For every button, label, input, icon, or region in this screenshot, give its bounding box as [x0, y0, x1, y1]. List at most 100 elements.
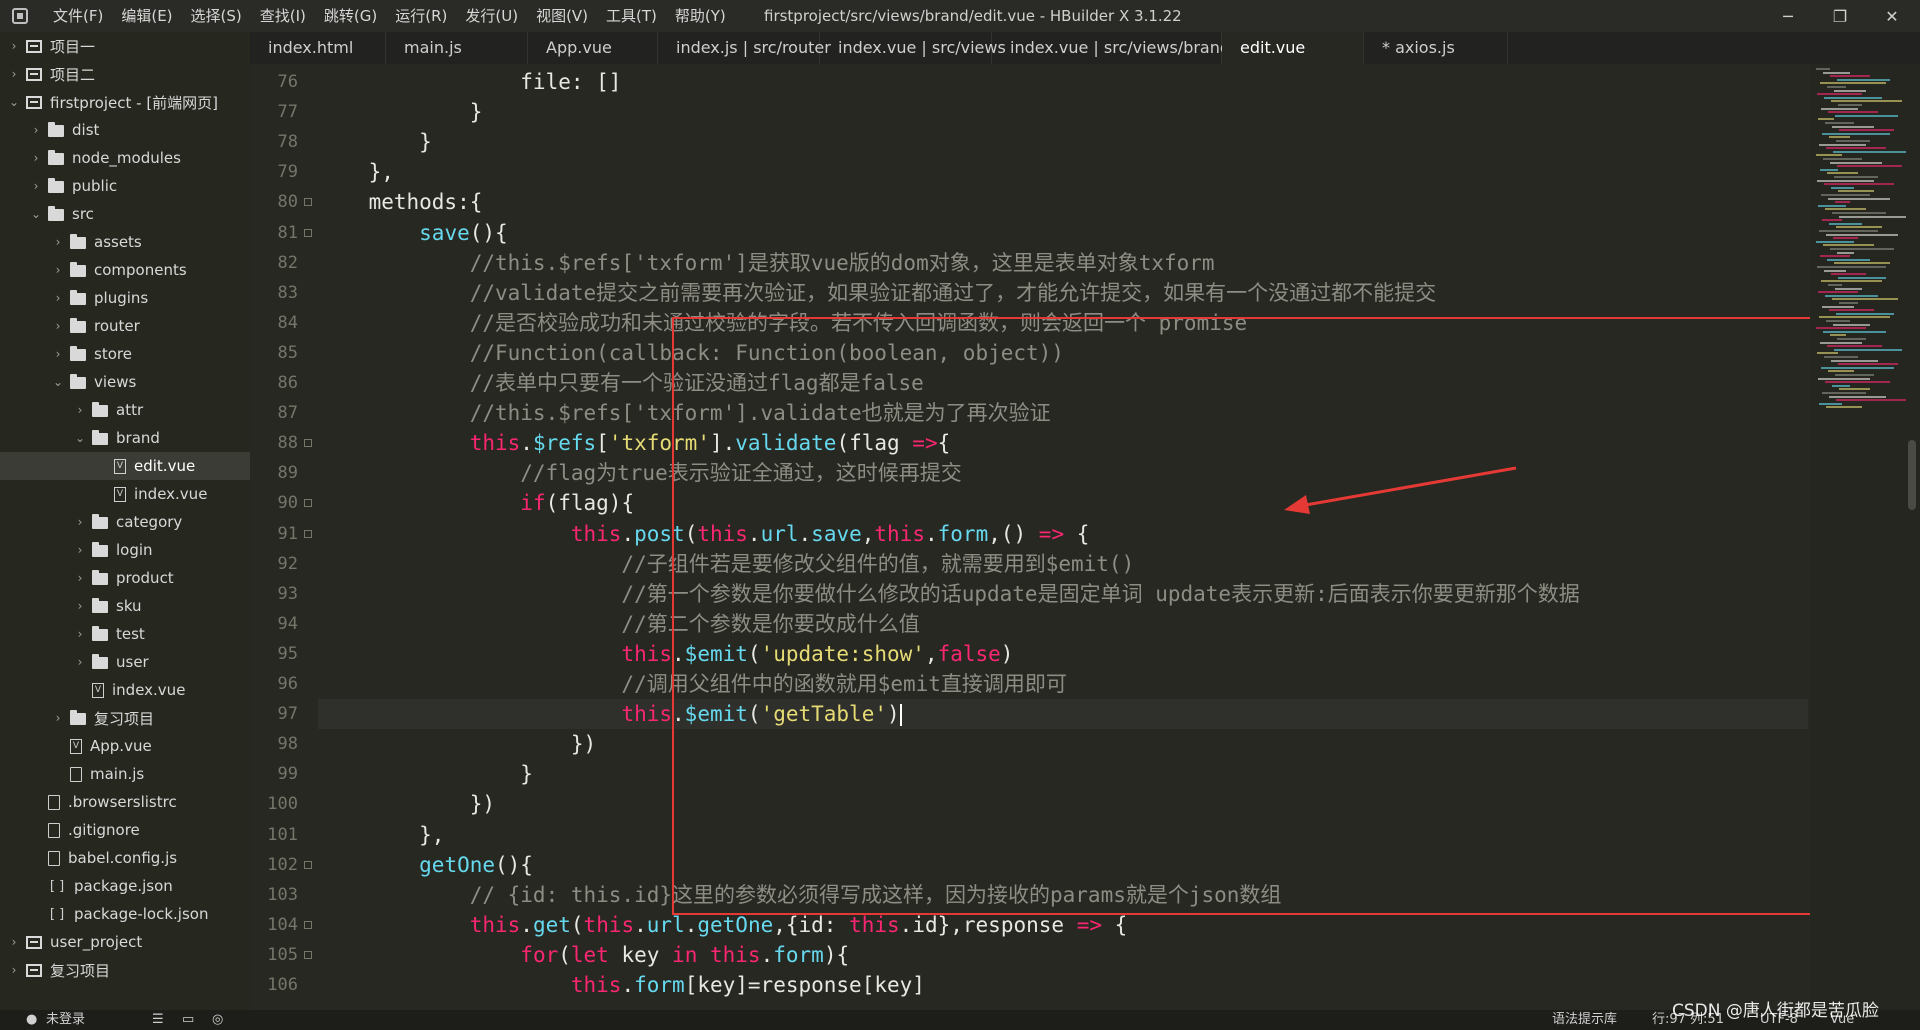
tree-item[interactable]: babel.config.js [0, 844, 250, 872]
tab-index-vue-src-views[interactable]: index.vue | src/views [820, 32, 1006, 64]
chevron-down-icon[interactable]: ⌄ [74, 431, 86, 445]
chevron-right-icon[interactable]: › [30, 123, 42, 137]
code-line[interactable]: }, [318, 820, 444, 850]
fold-toggle-icon[interactable] [304, 198, 312, 206]
chevron-right-icon[interactable]: › [30, 151, 42, 165]
tree-item[interactable]: › test [0, 620, 250, 648]
syntax-library[interactable]: 语法提示库 [1552, 1010, 1617, 1030]
tab-index-js-src-router[interactable]: index.js | src/router [658, 32, 831, 64]
chevron-right-icon[interactable]: › [52, 291, 64, 305]
chevron-right-icon[interactable]: › [74, 403, 86, 417]
tree-item[interactable]: › assets [0, 228, 250, 256]
chevron-down-icon[interactable]: ⌄ [8, 95, 20, 109]
tree-item[interactable]: › public [0, 172, 250, 200]
chevron-right-icon[interactable]: › [74, 627, 86, 641]
console-icon[interactable]: ▭ [182, 1010, 194, 1030]
tab-app-vue[interactable]: App.vue [528, 32, 658, 64]
minimap[interactable] [1810, 64, 1920, 1010]
menu-item[interactable]: 运行(R) [386, 0, 456, 32]
close-button[interactable]: ✕ [1868, 0, 1916, 32]
chevron-right-icon[interactable]: › [8, 39, 20, 53]
chevron-right-icon[interactable]: › [30, 179, 42, 193]
tree-item[interactable]: › user [0, 648, 250, 676]
tree-item[interactable]: › components [0, 256, 250, 284]
tree-item[interactable]: › attr [0, 396, 250, 424]
chevron-right-icon[interactable]: › [8, 67, 20, 81]
code-line[interactable]: if(flag){ [318, 488, 634, 518]
code-line[interactable]: //validate提交之前需要再次验证，如果验证都通过了，才能允许提交，如果有… [318, 278, 1436, 308]
vertical-scrollbar[interactable] [1908, 440, 1916, 510]
tree-item[interactable]: › store [0, 340, 250, 368]
chevron-right-icon[interactable]: › [52, 319, 64, 333]
code-line[interactable]: file: [] [318, 67, 621, 97]
minimize-button[interactable]: ─ [1764, 0, 1812, 32]
tree-item[interactable]: [ ] package-lock.json [0, 900, 250, 928]
tree-item[interactable]: › 项目一 [0, 32, 250, 60]
web-icon[interactable]: ◎ [212, 1010, 223, 1030]
code-line[interactable]: methods:{ [318, 187, 483, 217]
tree-item[interactable]: › product [0, 564, 250, 592]
tree-item[interactable]: › node_modules [0, 144, 250, 172]
code-line[interactable]: save(){ [318, 218, 508, 248]
list-icon[interactable]: ☰ [152, 1010, 164, 1030]
tree-item[interactable]: .browserslistrc [0, 788, 250, 816]
tree-item[interactable]: › 项目二 [0, 60, 250, 88]
menu-item[interactable]: 工具(T) [597, 0, 666, 32]
code-line[interactable]: } [318, 97, 483, 127]
chevron-down-icon[interactable]: ⌄ [30, 207, 42, 221]
chevron-right-icon[interactable]: › [74, 543, 86, 557]
code-line[interactable]: getOne(){ [318, 850, 533, 880]
tree-item[interactable]: Vindex.vue [0, 480, 250, 508]
chevron-right-icon[interactable]: › [8, 963, 20, 977]
fold-toggle-icon[interactable] [304, 229, 312, 237]
code-line[interactable]: } [318, 759, 533, 789]
tree-item[interactable]: ⌄ views [0, 368, 250, 396]
chevron-right-icon[interactable]: › [74, 599, 86, 613]
chevron-right-icon[interactable]: › [52, 235, 64, 249]
code-line[interactable]: for(let key in this.form){ [318, 940, 849, 970]
tab-axios-js[interactable]: * axios.js [1364, 32, 1508, 64]
tree-item[interactable]: Vedit.vue [0, 452, 250, 480]
chevron-right-icon[interactable]: › [74, 571, 86, 585]
menu-item[interactable]: 视图(V) [527, 0, 597, 32]
tab-index-vue-src-views-brand[interactable]: index.vue | src/views/brand [992, 32, 1230, 64]
fold-toggle-icon[interactable] [304, 530, 312, 538]
chevron-right-icon[interactable]: › [52, 711, 64, 725]
fold-toggle-icon[interactable] [304, 861, 312, 869]
maximize-button[interactable]: ❐ [1816, 0, 1864, 32]
menu-item[interactable]: 文件(F) [44, 0, 112, 32]
fold-toggle-icon[interactable] [304, 439, 312, 447]
code-line[interactable]: } [318, 127, 432, 157]
tree-item[interactable]: V App.vue [0, 732, 250, 760]
code-line[interactable]: }) [318, 789, 495, 819]
tab-edit-vue[interactable]: edit.vue [1222, 32, 1364, 64]
fold-toggle-icon[interactable] [304, 499, 312, 507]
tab-index-html[interactable]: index.html [250, 32, 386, 64]
tree-item[interactable]: › sku [0, 592, 250, 620]
chevron-right-icon[interactable]: › [52, 263, 64, 277]
tree-item[interactable]: › 复习项目 [0, 956, 250, 984]
code-line[interactable]: }, [318, 157, 394, 187]
code-line[interactable]: }) [318, 729, 596, 759]
tree-item[interactable]: › router [0, 312, 250, 340]
tree-item[interactable]: › dist [0, 116, 250, 144]
tab-main-js[interactable]: main.js [386, 32, 528, 64]
menu-item[interactable]: 选择(S) [182, 0, 251, 32]
tree-item[interactable]: [ ] package.json [0, 872, 250, 900]
tree-item[interactable]: Vindex.vue [0, 676, 250, 704]
tree-item[interactable]: › login [0, 536, 250, 564]
code-editor[interactable]: 76 77 78 79 80 81 82 83 84 85 86 87 88 89 90 91 92 93 94 95… [250, 64, 1810, 1010]
login-status[interactable]: 未登录 [46, 1010, 85, 1030]
tree-item[interactable]: ⌄ firstproject - [前端网页] [0, 88, 250, 116]
tree-item[interactable]: ⌄ brand [0, 424, 250, 452]
tree-item[interactable]: › 复习项目 [0, 704, 250, 732]
menu-item[interactable]: 帮助(Y) [666, 0, 735, 32]
menu-item[interactable]: 编辑(E) [112, 0, 181, 32]
chevron-right-icon[interactable]: › [8, 935, 20, 949]
fold-toggle-icon[interactable] [304, 921, 312, 929]
chevron-right-icon[interactable]: › [74, 655, 86, 669]
chevron-down-icon[interactable]: ⌄ [52, 375, 64, 389]
menu-item[interactable]: 查找(I) [251, 0, 315, 32]
chevron-right-icon[interactable]: › [52, 347, 64, 361]
code-line[interactable]: //this.$refs['txform']是获取vue版的dom对象，这里是表… [318, 248, 1215, 278]
